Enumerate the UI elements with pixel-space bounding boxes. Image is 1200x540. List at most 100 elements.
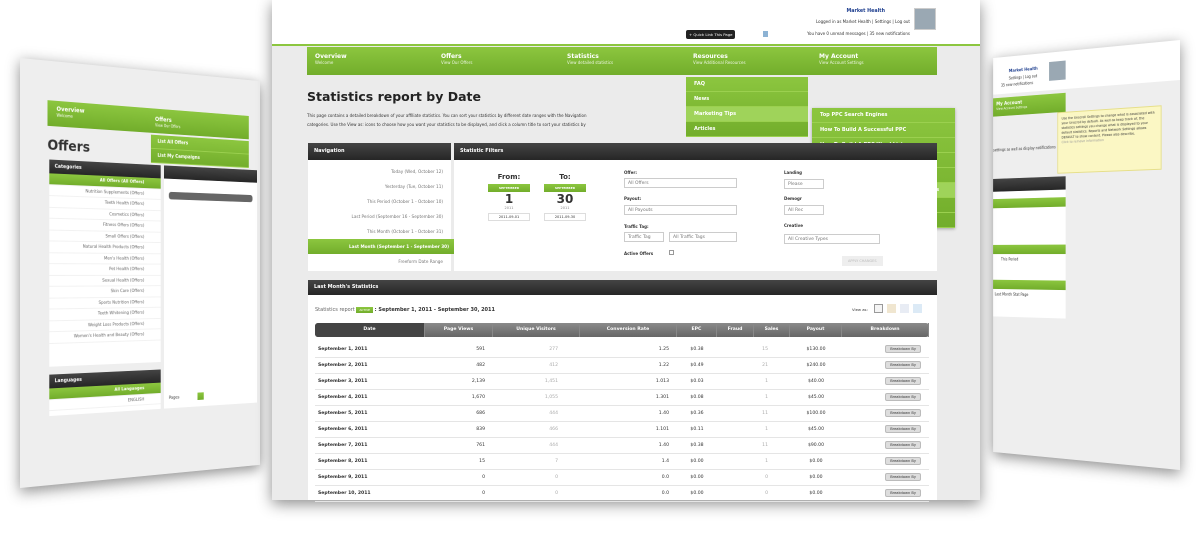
cell-conversion-rate: 1.40 xyxy=(658,443,669,448)
category-item[interactable]: Sexual Health (Offers) xyxy=(49,275,161,287)
breakdown-button[interactable]: Breakdown By xyxy=(885,345,921,353)
category-item[interactable]: Women's Health and Beauty (Offers) xyxy=(49,329,161,344)
nav-sub: View Our Offers xyxy=(155,122,181,130)
navigation-item[interactable]: This Period (October 1 - October 10) xyxy=(308,194,451,209)
page-header: Market Health Logged in as Market Health… xyxy=(272,0,980,46)
table-row: September 1, 2011 591 277 1.25 $0.38 15 $130.0… xyxy=(315,342,929,358)
cell-epc: $0.00 xyxy=(690,475,704,480)
breakdown-button[interactable]: Breakdown By xyxy=(885,393,921,401)
cell-unique-visitors: 1,055 xyxy=(544,395,558,400)
landing-select[interactable]: Please xyxy=(784,179,824,189)
languages-box: Languages All Languages ENGLISH xyxy=(49,369,161,417)
column-header-conversion-rate[interactable]: Conversion Rate xyxy=(580,323,677,337)
creative-select[interactable]: All Creative Types xyxy=(784,234,880,244)
table-row: September 4, 2011 1,670 1,055 1.301 $0.08 1 $4… xyxy=(315,390,929,406)
month: SEPTEMBER xyxy=(544,184,586,192)
column-header-sales[interactable]: Sales xyxy=(754,323,790,337)
nav-my-account[interactable]: My Account View Account Settings xyxy=(993,92,1066,117)
offers-list: Pages xyxy=(163,165,257,409)
cell-epc: $0.11 xyxy=(690,427,704,432)
page-title: Offers xyxy=(47,137,91,156)
report-label: Statistics report xyxy=(315,307,355,313)
breakdown-button[interactable]: Breakdown By xyxy=(885,489,921,497)
breakdown-button[interactable]: Breakdown By xyxy=(885,425,921,433)
breakdown-button[interactable]: Breakdown By xyxy=(885,409,921,417)
date-field[interactable]: 2011-09-01 xyxy=(488,213,530,221)
cell-epc: $0.00 xyxy=(690,491,704,496)
year: 2011 xyxy=(560,206,570,210)
cell-epc: $0.00 xyxy=(690,459,704,464)
message-icon xyxy=(763,31,768,37)
menu-item-news[interactable]: News xyxy=(686,92,808,107)
cell-page-views: 2,139 xyxy=(471,379,485,384)
nav-tab-resources[interactable]: Resources View Additional Resources xyxy=(693,53,746,65)
menu-item-faq[interactable]: FAQ xyxy=(686,77,808,92)
submenu-item[interactable]: How To Build A Successful PPC xyxy=(812,123,955,138)
navigation-item[interactable]: Last Month (September 1 - September 30) xyxy=(308,239,457,254)
print-icon[interactable] xyxy=(913,304,922,313)
menu-item-marketing-tips[interactable]: Marketing Tips xyxy=(686,107,808,122)
traffic-tag-select[interactable]: Traffic Tag xyxy=(624,232,664,242)
navigation-item[interactable]: Yesterday (Tue, October 11) xyxy=(308,179,451,194)
active-offers-checkbox[interactable] xyxy=(669,250,674,255)
apply-changes-button[interactable]: APPLY CHANGES xyxy=(842,256,883,266)
table-row: September 5, 2011 686 444 1.40 $0.36 11 $100.0… xyxy=(315,406,929,422)
settings-box: This Period Last Month Stat Page xyxy=(993,176,1066,319)
column-header-payout[interactable]: Payout xyxy=(790,323,842,337)
page-title: Statistics report by Date xyxy=(307,89,481,104)
column-header-page-views[interactable]: Page Views xyxy=(425,323,493,337)
navigation-item[interactable]: Last Period (September 16 - September 30… xyxy=(308,209,451,224)
nav-tab-overview[interactable]: Overview Welcome xyxy=(315,53,347,65)
category-item[interactable]: Skin Care (Offers) xyxy=(49,286,161,299)
cell-sales: 1 xyxy=(765,427,768,432)
column-header-unique-visitors[interactable]: Unique Visitors xyxy=(493,323,580,337)
offers-page-panel: Overview Welcome Offers View Our Offers Li… xyxy=(20,58,260,488)
breakdown-button[interactable]: Breakdown By xyxy=(885,361,921,369)
submenu-item[interactable]: Top PPC Search Engines xyxy=(812,108,955,123)
category-item[interactable]: Men's Health (Offers) xyxy=(49,252,161,265)
offer-select[interactable]: All Offers xyxy=(624,178,737,188)
column-header-date[interactable]: Date xyxy=(315,323,425,337)
main-nav-bar: Overview Welcome Offers View Our Offers Stat… xyxy=(307,47,937,75)
active-offers-label: Active Offers xyxy=(624,251,654,256)
navigation-item[interactable]: Today (Wed, October 12) xyxy=(308,164,451,179)
navigation-item[interactable]: Freeform Date Range xyxy=(308,254,451,269)
column-header-fraud[interactable]: Fraud xyxy=(717,323,754,337)
logout-link[interactable]: Log out xyxy=(895,19,910,24)
demographic-select[interactable]: All Rec xyxy=(784,205,824,215)
payout-select[interactable]: All Payouts xyxy=(624,205,737,215)
messages-notifications[interactable]: You have 0 unread messages | 35 new noti… xyxy=(807,31,910,36)
settings-link[interactable]: Settings xyxy=(875,19,891,24)
chart-view-icon[interactable] xyxy=(887,304,896,313)
breakdown-button[interactable]: Breakdown By xyxy=(885,473,921,481)
active-badge: ACTIVE xyxy=(356,307,374,313)
payout-label: Payout: xyxy=(624,196,642,201)
category-item[interactable]: Pet Health (Offers) xyxy=(49,264,161,276)
cell-date: September 3, 2011 xyxy=(318,379,368,384)
traffic-tags-select[interactable]: All Traffic Tags xyxy=(669,232,737,242)
page-button[interactable] xyxy=(197,392,204,401)
breakdown-button[interactable]: Breakdown By xyxy=(885,377,921,385)
breakdown-button[interactable]: Breakdown By xyxy=(885,441,921,449)
nav-tab-statistics[interactable]: Statistics View detailed statistics xyxy=(567,53,613,65)
date-field[interactable]: 2011-09-30 xyxy=(544,213,586,221)
column-header-epc[interactable]: EPC xyxy=(677,323,717,337)
from-date-picker[interactable]: From: SEPTEMBER 1 2011 2011-09-01 xyxy=(488,173,530,221)
to-label: To: xyxy=(559,173,571,181)
left-nav-offers[interactable]: Offers View Our Offers xyxy=(155,116,180,129)
to-date-picker[interactable]: To: SEPTEMBER 30 2011 2011-09-30 xyxy=(544,173,586,221)
menu-item-articles[interactable]: Articles xyxy=(686,122,808,137)
column-header-breakdown[interactable]: Breakdown xyxy=(842,323,929,337)
nav-tab-my-account[interactable]: My Account View Account Settings xyxy=(819,53,864,65)
landing-label: Landing xyxy=(784,170,803,175)
user-name[interactable]: Market Health xyxy=(846,9,885,14)
export-icon[interactable] xyxy=(900,304,909,313)
quick-link-button[interactable]: + Quick Link This Page xyxy=(686,30,736,39)
left-nav-overview[interactable]: Overview Welcome xyxy=(56,106,84,120)
cell-date: September 5, 2011 xyxy=(318,411,368,416)
breakdown-button[interactable]: Breakdown By xyxy=(885,457,921,465)
cell-page-views: 761 xyxy=(476,443,485,448)
nav-tab-offers[interactable]: Offers View Our Offers xyxy=(441,53,472,65)
table-view-icon[interactable] xyxy=(874,304,883,313)
navigation-item[interactable]: This Month (October 1 - October 31) xyxy=(308,224,451,239)
